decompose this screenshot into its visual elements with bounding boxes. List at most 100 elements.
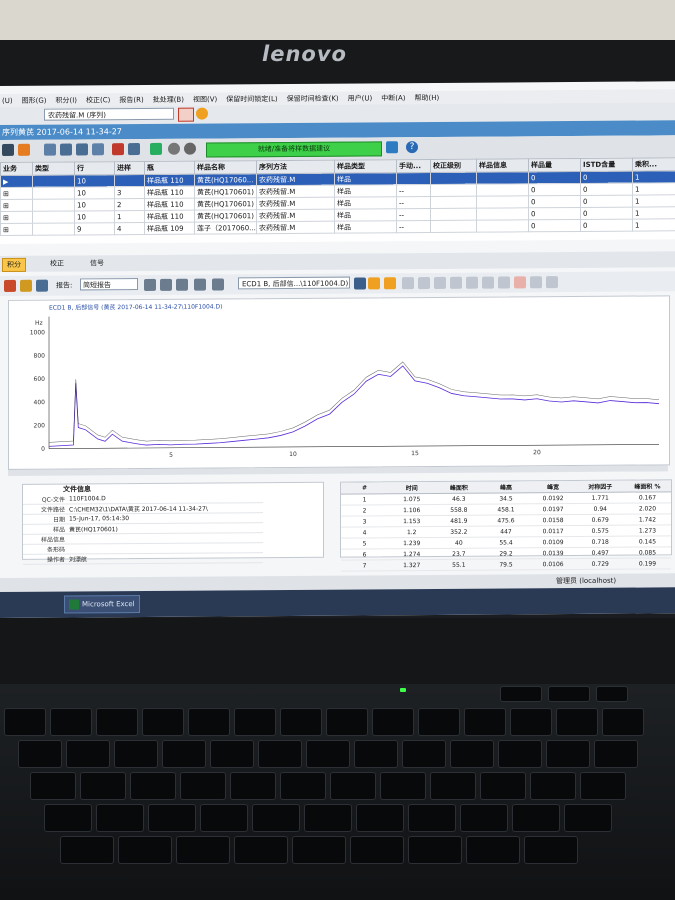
col-header[interactable]: 样品信息 <box>476 158 529 173</box>
col-header[interactable]: 样品量 <box>528 158 581 172</box>
print-icon[interactable] <box>76 143 88 156</box>
chromatogram-chart[interactable]: Hz 0 200 400 600 800 1000 5 10 15 20 <box>9 296 669 469</box>
menu-item[interactable]: 保留时间检查(K) <box>287 93 339 103</box>
grid-icon[interactable] <box>178 107 194 122</box>
preview-icon[interactable] <box>160 278 172 291</box>
alert-icon[interactable] <box>196 107 208 120</box>
table-cell: 样品瓶 110 <box>144 198 195 211</box>
autoscale-icon[interactable] <box>384 277 396 290</box>
split-icon[interactable] <box>450 276 462 289</box>
col-header[interactable]: # <box>341 482 389 495</box>
tab-integration[interactable]: 积分 <box>2 257 26 272</box>
col-header[interactable]: 业务 <box>0 162 33 176</box>
undo-icon[interactable] <box>530 276 542 289</box>
tab-signal[interactable]: 信号 <box>86 257 108 269</box>
key <box>148 804 196 832</box>
table-icon[interactable] <box>92 143 104 156</box>
stop-icon[interactable] <box>2 143 14 156</box>
menu-item[interactable]: 积分(I) <box>55 95 77 105</box>
area-icon[interactable] <box>498 276 510 289</box>
col-header[interactable]: 瓶 <box>144 161 195 175</box>
peak-icon[interactable] <box>434 276 446 289</box>
copy-icon[interactable] <box>128 143 140 156</box>
col-header[interactable]: 类型 <box>32 161 75 176</box>
settings-icon[interactable] <box>36 279 48 292</box>
key <box>546 740 590 768</box>
menu-item[interactable]: 视图(V) <box>193 94 217 104</box>
col-header[interactable]: 校正级别 <box>430 159 477 173</box>
col-header[interactable]: 样品类型 <box>334 159 397 174</box>
arrow-icon[interactable] <box>386 141 398 154</box>
menu-item[interactable]: 图形(G) <box>22 95 47 105</box>
col-header[interactable]: 样品名称 <box>194 160 257 175</box>
pdf-icon[interactable] <box>144 278 156 291</box>
skim-icon[interactable] <box>482 276 494 289</box>
table-cell[interactable]: ⊞ <box>0 211 33 224</box>
table-cell[interactable]: ⊞ <box>0 199 33 212</box>
info-key: 样品 <box>23 524 67 535</box>
col-header[interactable]: ISTD含量 <box>580 158 633 172</box>
table-cell[interactable]: ⊞ <box>0 187 33 200</box>
tangent-icon[interactable] <box>466 276 478 289</box>
col-header[interactable]: 对称因子 <box>576 480 624 493</box>
redo-icon[interactable] <box>150 142 162 155</box>
col-header[interactable]: 进样 <box>114 161 145 175</box>
col-header[interactable]: 行 <box>74 161 115 175</box>
abort-icon[interactable] <box>184 142 196 155</box>
menu-item[interactable]: 中断(A) <box>381 93 405 103</box>
money-icon[interactable] <box>20 279 32 292</box>
list-icon[interactable] <box>212 278 224 291</box>
col-header[interactable]: 峰面积 % <box>623 480 671 493</box>
signal-select[interactable]: ECD1 B, 后部信...\110F1004.D) <box>238 276 350 290</box>
dropdown-icon[interactable] <box>354 277 366 290</box>
table-cell: 样品 <box>334 220 397 234</box>
sequence-icon[interactable] <box>44 143 56 156</box>
key <box>524 836 578 864</box>
taskbar-excel[interactable]: Microsoft Excel <box>64 595 140 614</box>
report-select[interactable]: 简短报告 <box>80 278 138 291</box>
menu-item[interactable]: (U) <box>2 96 13 104</box>
print-icon[interactable] <box>176 278 188 291</box>
col-header[interactable]: 峰宽 <box>529 480 577 493</box>
col-header[interactable]: 手动... <box>396 159 431 173</box>
peak-cell: 3 <box>341 515 389 528</box>
col-header[interactable]: 乘积... <box>632 157 675 172</box>
delete-icon[interactable] <box>112 143 124 156</box>
run-icon[interactable] <box>18 143 30 156</box>
save-icon[interactable] <box>60 143 72 156</box>
redo-icon[interactable] <box>546 276 558 289</box>
menu-item[interactable]: 用户(U) <box>348 93 373 103</box>
baseline-icon[interactable] <box>418 276 430 290</box>
info-key: 日期 <box>23 514 67 525</box>
info-key: 条形码 <box>23 544 67 555</box>
integrate-icon[interactable] <box>4 279 16 292</box>
key <box>372 708 414 736</box>
export-icon[interactable] <box>194 278 206 291</box>
col-header[interactable]: 峰高 <box>482 481 530 494</box>
table-cell: 10 <box>74 210 115 223</box>
table-cell <box>32 174 75 188</box>
pause-icon[interactable] <box>168 142 180 155</box>
menu-item[interactable]: 校正(C) <box>86 95 110 105</box>
pointer-icon[interactable] <box>402 277 414 290</box>
table-cell: 1 <box>632 170 675 184</box>
menu-item[interactable]: 帮助(H) <box>415 92 440 102</box>
tab-calibration[interactable]: 校正 <box>46 258 68 270</box>
menu-item[interactable]: 保留时间锁定(L) <box>226 94 277 104</box>
key <box>280 772 326 800</box>
method-select[interactable]: 农药残留.M (序列) <box>44 107 174 121</box>
col-header[interactable]: 峰面积 <box>435 481 483 494</box>
menu-item[interactable]: 批处理(B) <box>153 94 184 104</box>
table-cell: -- <box>396 208 431 221</box>
col-header[interactable]: 时间 <box>388 481 436 494</box>
table-cell[interactable]: ⊞ <box>0 223 33 236</box>
col-header[interactable]: 序列方法 <box>256 160 335 174</box>
peak-row[interactable]: 7 1.327 55.1 79.5 0.0106 0.729 0.199 <box>341 557 671 572</box>
delete-peak-icon[interactable] <box>514 276 526 289</box>
status-user: 管理员 (localhost) <box>556 576 617 586</box>
peak-cell: 2.020 <box>623 502 671 515</box>
zoom-icon[interactable] <box>368 277 380 290</box>
peak-cell: 55.1 <box>435 559 483 571</box>
help-icon[interactable]: ? <box>406 141 418 154</box>
menu-item[interactable]: 报告(R) <box>119 94 143 104</box>
